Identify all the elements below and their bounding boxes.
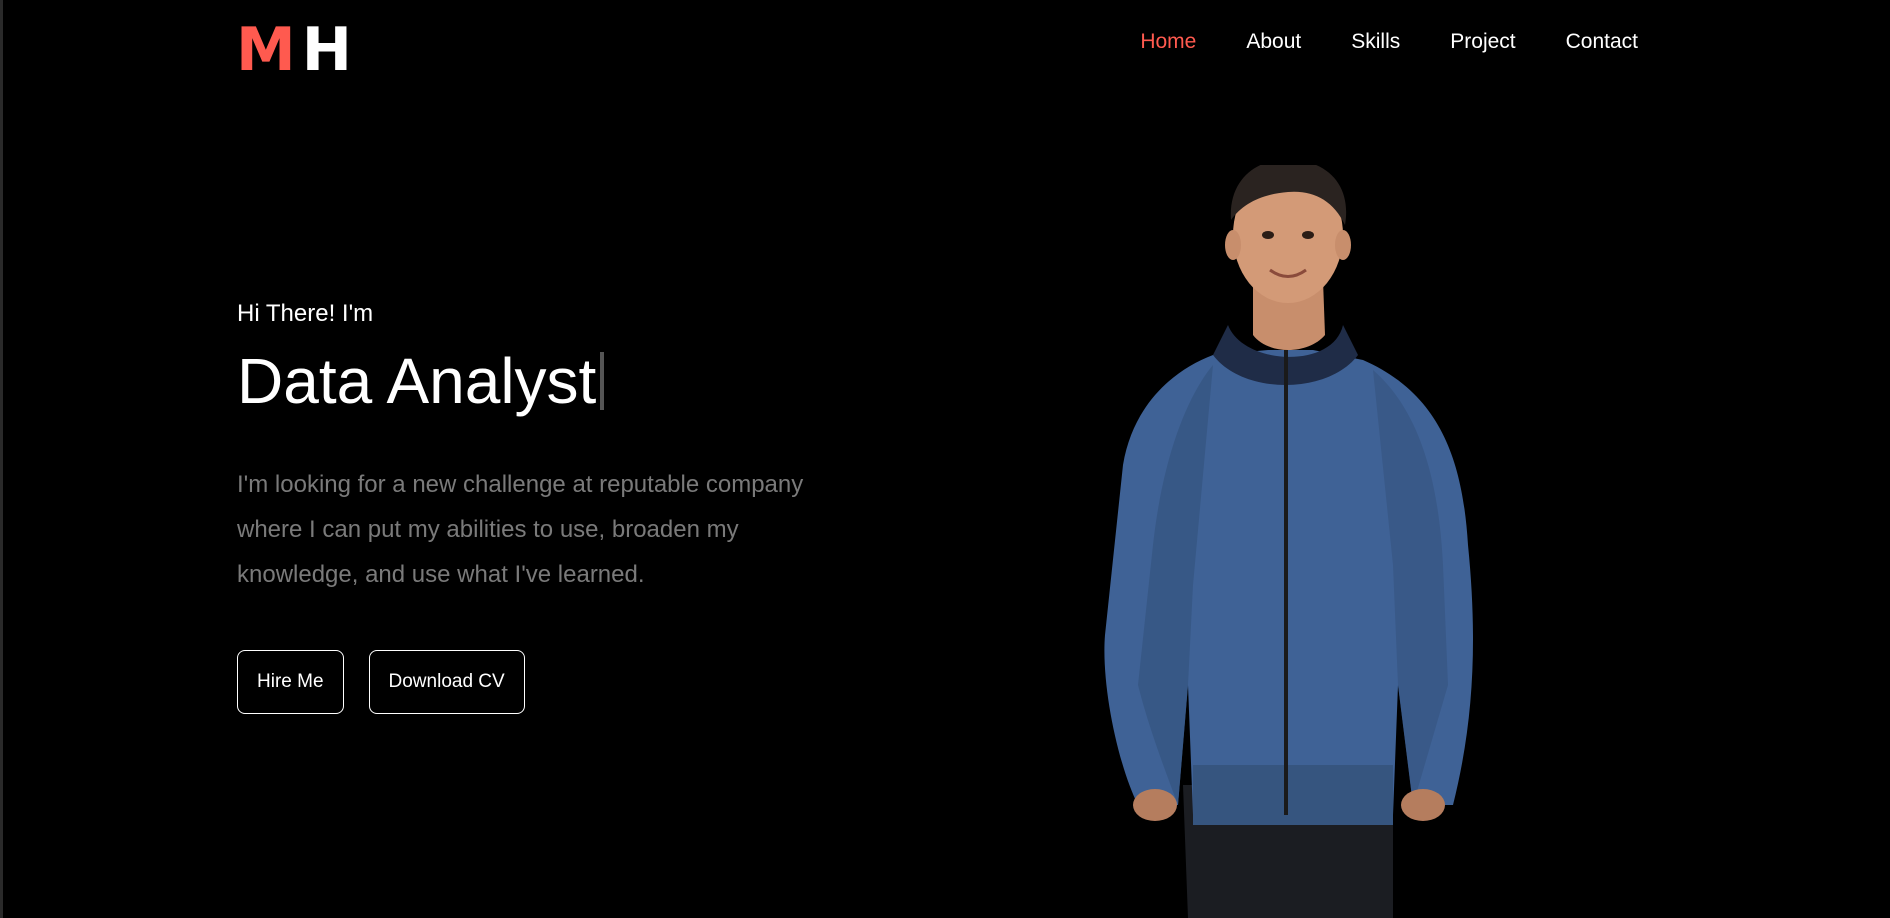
logo-letter-m: M bbox=[236, 15, 296, 85]
nav-home[interactable]: Home bbox=[1140, 30, 1196, 54]
hero-section: Hi There! I'm Data Analyst I'm looking f… bbox=[237, 300, 857, 715]
main-nav: Home About Skills Project Contact bbox=[1140, 30, 1638, 54]
typing-cursor bbox=[600, 352, 605, 411]
nav-contact[interactable]: Contact bbox=[1566, 30, 1638, 54]
hero-greeting: Hi There! I'm bbox=[237, 300, 374, 327]
nav-project[interactable]: Project bbox=[1450, 30, 1515, 54]
hire-me-button[interactable]: Hire Me bbox=[237, 650, 344, 715]
hero-role-text: Data Analyst bbox=[237, 345, 597, 417]
hero-buttons: Hire Me Download CV bbox=[237, 650, 857, 715]
nav-about[interactable]: About bbox=[1246, 30, 1301, 54]
hero-role: Data Analyst bbox=[237, 346, 857, 416]
download-cv-button[interactable]: Download CV bbox=[368, 650, 525, 715]
logo[interactable]: M H bbox=[236, 15, 352, 85]
portfolio-page: M H Home About Skills Project Contact Hi… bbox=[0, 0, 1890, 918]
logo-letter-h: H bbox=[301, 15, 352, 85]
profile-photo bbox=[1104, 165, 1473, 918]
nav-skills[interactable]: Skills bbox=[1351, 30, 1400, 54]
hero-bio: I'm looking for a new challenge at reput… bbox=[237, 471, 804, 589]
